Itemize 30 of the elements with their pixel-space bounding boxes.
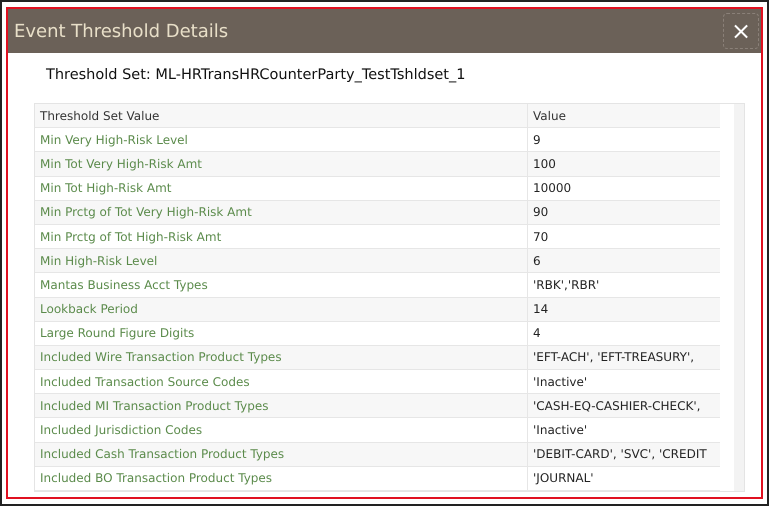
- table-cell: 90: [528, 200, 720, 225]
- close-button[interactable]: ×: [723, 13, 759, 49]
- table-cell: Included MI Transaction Product Types: [35, 394, 528, 418]
- table-cell: Included Jurisdiction Codes: [35, 418, 528, 443]
- table-cell: Large Round Figure Digits: [35, 322, 528, 346]
- table-cell: Min High-Risk Level: [35, 249, 528, 274]
- table-cell: 4: [528, 322, 720, 346]
- table-cell: Lookback Period: [35, 298, 528, 322]
- threshold-set-title: Threshold Set: ML-HRTransHRCounterParty_TestTshldset_1: [46, 67, 466, 83]
- table-cell: 100: [528, 152, 720, 177]
- table-cell: Min Prctg of Tot Very High-Risk Amt: [35, 200, 528, 225]
- table-cell: Mantas Business Acct Types: [35, 273, 528, 298]
- table-cell: Min Tot High-Risk Amt: [35, 176, 528, 201]
- table-cell: Included Transaction Source Codes: [35, 370, 528, 394]
- table-cell: 'EFT-ACH', 'EFT-TREASURY',: [528, 346, 720, 370]
- column-header: Value: [528, 104, 720, 128]
- table-cell: 10000: [528, 176, 720, 201]
- table-cell: Included Wire Transaction Product Types: [35, 346, 528, 370]
- table-cell: Included Cash Transaction Product Types: [35, 442, 528, 467]
- table-cell: Min Prctg of Tot High-Risk Amt: [35, 224, 528, 250]
- table-cell: 6: [528, 249, 720, 274]
- table-cell: 'CASH-EQ-CASHIER-CHECK',: [528, 394, 720, 418]
- table-cell: 14: [528, 298, 720, 322]
- table-cell: Min Tot Very High-Risk Amt: [35, 152, 528, 177]
- column-header: Threshold Set Value: [35, 104, 528, 128]
- dialog-title: Event Threshold Details: [14, 20, 228, 42]
- scrollbar[interactable]: [734, 104, 744, 491]
- table-cell: Included BO Transaction Product Types: [35, 466, 528, 491]
- table-cell: Min Very High-Risk Level: [35, 128, 528, 152]
- table-cell: 'DEBIT-CARD', 'SVC', 'CREDIT: [528, 442, 720, 467]
